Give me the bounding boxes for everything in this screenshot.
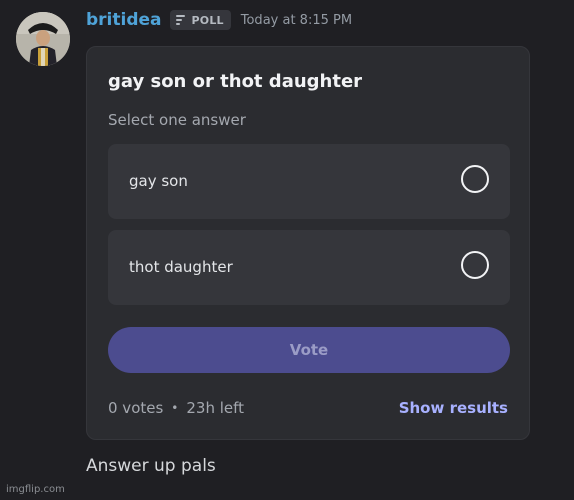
poll-footer: 0 votes • 23h left Show results xyxy=(108,397,508,419)
meta-separator: • xyxy=(171,401,179,415)
vote-button[interactable]: Vote xyxy=(108,327,510,373)
poll-answer-option[interactable]: gay son xyxy=(108,144,510,219)
watermark: imgflip.com xyxy=(6,484,65,495)
poll-bars-icon xyxy=(175,15,185,25)
poll-badge-label: POLL xyxy=(191,13,224,27)
vote-count: 0 votes xyxy=(108,399,164,417)
message-header: britidea POLL Today at 8:15 PM xyxy=(86,6,352,34)
poll-instruction: Select one answer xyxy=(108,111,246,129)
time-left: 23h left xyxy=(186,399,245,417)
poll-badge: POLL xyxy=(169,10,231,30)
poll-meta: 0 votes • 23h left xyxy=(108,399,244,417)
avatar-portrait-icon xyxy=(16,12,70,66)
show-results-link[interactable]: Show results xyxy=(399,399,508,417)
poll-card: gay son or thot daughter Select one answ… xyxy=(86,46,530,440)
timestamp: Today at 8:15 PM xyxy=(240,12,353,28)
poll-question: gay son or thot daughter xyxy=(108,71,363,92)
radio-button[interactable] xyxy=(461,251,489,279)
poll-answer-label: thot daughter xyxy=(129,258,233,276)
message-text: Answer up pals xyxy=(86,456,216,476)
radio-button[interactable] xyxy=(461,165,489,193)
poll-answer-option[interactable]: thot daughter xyxy=(108,230,510,305)
avatar[interactable] xyxy=(16,12,70,66)
username[interactable]: britidea xyxy=(86,10,162,30)
vote-button-label: Vote xyxy=(289,341,329,359)
poll-answer-label: gay son xyxy=(129,172,188,190)
